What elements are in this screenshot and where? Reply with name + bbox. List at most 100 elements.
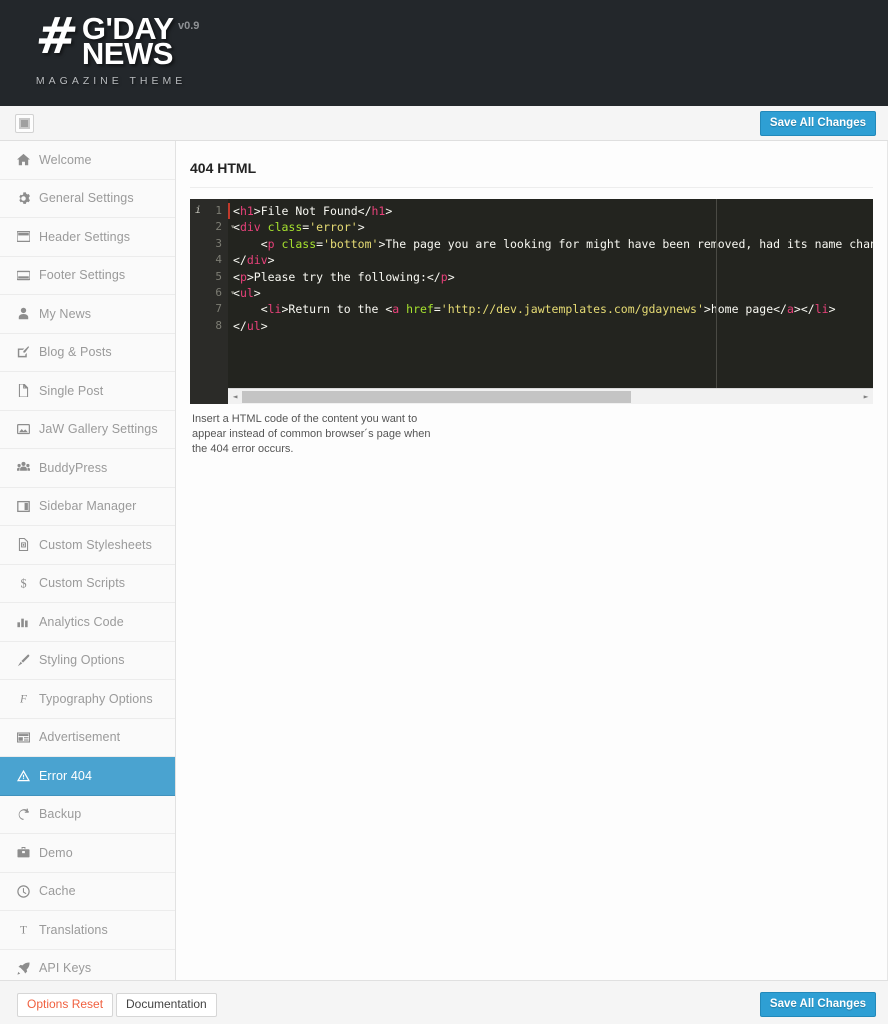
sidebar-item-label: Demo — [39, 845, 73, 860]
gear-icon — [17, 192, 39, 205]
sidebar-item-custom-scripts[interactable]: $ Custom Scripts — [0, 564, 175, 603]
sidebar-nav: Welcome General Settings Header Settings Fo… — [0, 141, 176, 988]
svg-text:T: T — [20, 925, 27, 936]
svg-text:$: $ — [20, 577, 26, 590]
sidebar-item-label: Custom Stylesheets — [39, 537, 152, 552]
editor-line-number: 5 — [215, 269, 222, 283]
admin-page: # G'DAY NEWS MAGAZINE THEME v0.9 Save Al… — [0, 0, 888, 1024]
sidebar-item-footer-settings[interactable]: Footer Settings — [0, 256, 175, 295]
version-label: v0.9 — [178, 20, 200, 32]
sidebar-item-label: Custom Scripts — [39, 576, 126, 591]
image-icon — [17, 423, 39, 436]
columns-icon — [17, 500, 39, 513]
title-divider — [190, 187, 873, 188]
sidebar-item-error-404[interactable]: Error 404 — [0, 757, 175, 796]
sidebar-item-buddypress[interactable]: BuddyPress — [0, 449, 175, 488]
editor-horizontal-scrollbar[interactable]: ◄ ► — [228, 388, 873, 404]
editor-line-number: 7 — [215, 302, 222, 316]
sidebar-item-blog-posts[interactable]: Blog & Posts — [0, 333, 175, 372]
file-code-icon — [17, 538, 39, 552]
dollar-icon: $ — [17, 577, 39, 590]
editor-line-number: 8 — [215, 318, 222, 332]
text-t-icon: T — [17, 923, 39, 936]
annotation-icon: i — [195, 205, 202, 216]
editor-code-line: </div> — [233, 253, 275, 268]
editor-line-number: i1 — [190, 203, 228, 219]
editor-line-number: 2 ▾ — [190, 219, 235, 235]
sidebar-item-label: Blog & Posts — [39, 345, 112, 360]
scroll-left-arrow-icon[interactable]: ◄ — [228, 390, 242, 404]
sidebar-item-jaw-gallery-settings[interactable]: JaW Gallery Settings — [0, 410, 175, 449]
sidebar-item-single-post[interactable]: Single Post — [0, 372, 175, 411]
content-inner: 404 HTML i 1 2 ▾ 3 4 5 6 ▾ 7 8 <h1>File Not Found<… — [176, 141, 887, 457]
sidebar-item-label: Sidebar Manager — [39, 499, 137, 514]
edit-square-icon — [17, 345, 39, 359]
editor-code-line: <ul> — [233, 285, 261, 300]
sidebar-item-cache[interactable]: Cache — [0, 872, 175, 911]
options-reset-button[interactable]: Options Reset — [17, 993, 114, 1017]
sidebar-item-label: Backup — [39, 807, 82, 822]
editor-code-line: <li>Return to the <a href='http://dev.ja… — [233, 302, 836, 317]
ad-layout-icon — [17, 731, 39, 744]
sidebar-item-styling-options[interactable]: Styling Options — [0, 641, 175, 680]
sidebar-item-label: Welcome — [39, 152, 92, 167]
sidebar-item-translations[interactable]: T Translations — [0, 911, 175, 950]
scrollbar-thumb[interactable] — [242, 390, 631, 403]
sidebar-item-demo[interactable]: Demo — [0, 834, 175, 873]
briefcase-icon — [17, 846, 39, 859]
page-title: 404 HTML — [190, 160, 257, 176]
sidebar-item-label: API Keys — [39, 961, 92, 976]
clock-icon — [17, 885, 39, 898]
sidebar-item-my-news[interactable]: My News — [0, 295, 175, 334]
sidebar-item-advertisement[interactable]: Advertisement — [0, 718, 175, 757]
window-footer-icon — [17, 269, 39, 282]
sidebar-item-welcome[interactable]: Welcome — [0, 141, 175, 180]
logo-subtitle: MAGAZINE THEME — [35, 75, 187, 87]
sidebar-item-typography-options[interactable]: F Typography Options — [0, 680, 175, 719]
bar-chart-icon — [17, 615, 39, 628]
editor-code-area[interactable]: <h1>File Not Found</h1> <div class='error… — [228, 199, 873, 404]
save-all-changes-button-bottom[interactable]: Save All Changes — [759, 992, 876, 1017]
rocket-icon — [17, 962, 39, 975]
sidebar-item-analytics-code[interactable]: Analytics Code — [0, 603, 175, 642]
editor-line-number: 3 — [215, 236, 222, 250]
logo: # G'DAY NEWS MAGAZINE THEME — [32, 7, 186, 87]
print-margin-ruler — [716, 199, 717, 404]
sidebar-item-custom-stylesheets[interactable]: Custom Stylesheets — [0, 526, 175, 565]
sidebar-item-sidebar-manager[interactable]: Sidebar Manager — [0, 487, 175, 526]
editor-code-line: <p>Please try the following:</p> — [233, 269, 455, 284]
save-all-changes-button-top[interactable]: Save All Changes — [759, 111, 876, 136]
sidebar-item-label: My News — [39, 306, 92, 321]
sidebar-item-header-settings[interactable]: Header Settings — [0, 218, 175, 257]
group-icon — [17, 461, 39, 474]
sidebar-item-label: Cache — [39, 884, 76, 899]
content-panel: 404 HTML i 1 2 ▾ 3 4 5 6 ▾ 7 8 <h1>File Not Found<… — [176, 141, 888, 980]
sidebar-item-general-settings[interactable]: General Settings — [0, 179, 175, 218]
hash-logo-icon: # — [32, 7, 79, 65]
font-f-icon: F — [17, 692, 39, 705]
logo-line-2: NEWS — [81, 36, 174, 71]
site-header: # G'DAY NEWS MAGAZINE THEME v0.9 — [0, 0, 888, 106]
sidebar-item-label: JaW Gallery Settings — [39, 422, 158, 437]
editor-line-number: 6 ▾ — [190, 285, 235, 301]
sidebar-item-label: General Settings — [39, 191, 134, 206]
editor-code-line: <p class='bottom'>The page you are looki… — [233, 236, 873, 251]
scrollbar-track[interactable] — [242, 390, 859, 404]
top-toolbar: Save All Changes — [0, 106, 888, 141]
editor-line-number: 4 — [215, 253, 222, 267]
sidebar-item-label: Footer Settings — [39, 268, 126, 283]
logo-text: G'DAY NEWS MAGAZINE THEME — [36, 13, 186, 87]
collapse-square-icon — [19, 118, 30, 129]
code-editor[interactable]: i 1 2 ▾ 3 4 5 6 ▾ 7 8 <h1>File Not Found</h1> <div … — [190, 199, 873, 404]
sidebar-item-label: Analytics Code — [39, 614, 124, 629]
documentation-button[interactable]: Documentation — [116, 993, 217, 1017]
scroll-right-arrow-icon[interactable]: ► — [859, 390, 873, 404]
sidebar-item-backup[interactable]: Backup — [0, 795, 175, 834]
sidebar-item-label: Error 404 — [39, 768, 93, 783]
editor-code-line: <div class='error'> — [233, 220, 365, 235]
file-icon — [17, 384, 39, 398]
collapse-menu-button[interactable] — [15, 114, 34, 133]
body-area: Welcome General Settings Header Settings Fo… — [0, 141, 888, 988]
editor-rows: i 1 2 ▾ 3 4 5 6 ▾ 7 8 <h1>File Not Found</h1> <div … — [190, 199, 873, 404]
window-header-icon — [17, 230, 39, 243]
